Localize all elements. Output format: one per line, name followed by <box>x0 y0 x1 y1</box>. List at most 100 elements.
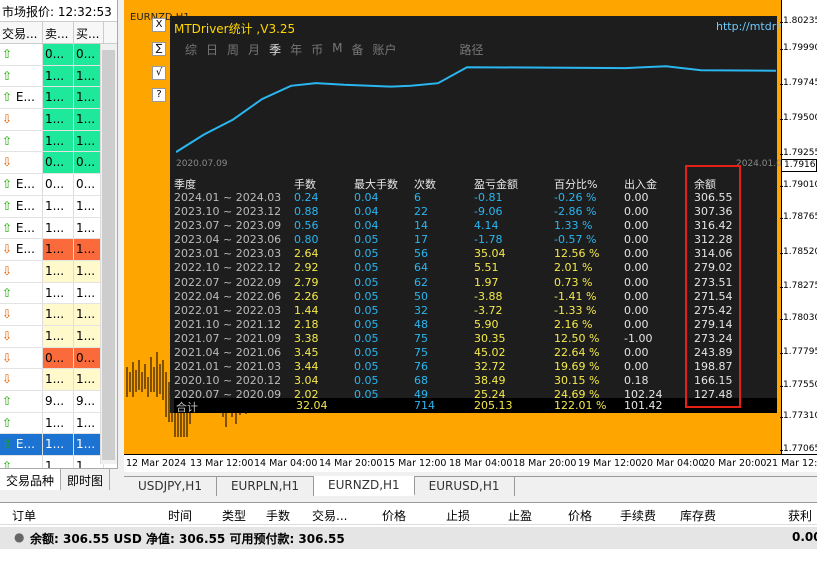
period-tab[interactable]: 月 <box>248 41 260 58</box>
arrow-up-icon: ⇧ <box>2 415 13 430</box>
table-cell: 2022.10 ~ 2022.12 <box>174 261 282 275</box>
balance-icon: ● <box>14 530 25 544</box>
table-cell: -9.06 <box>474 205 503 219</box>
col-ask-header[interactable]: 买... <box>74 22 104 43</box>
bid-cell: 1... <box>43 260 74 282</box>
symbol-cell: ⇩ <box>0 369 43 390</box>
table-cell: 4.14 <box>474 219 499 233</box>
close-button[interactable]: X <box>152 18 166 32</box>
table-cell: 45.02 <box>474 346 506 360</box>
period-tab[interactable]: 年 <box>290 41 302 58</box>
table-cell: 0.05 <box>354 374 379 388</box>
table-header-cell[interactable]: 出入金 <box>624 176 657 192</box>
col-symbol-header[interactable]: 交易... <box>0 22 43 43</box>
table-cell: 2021.07 ~ 2021.09 <box>174 331 282 345</box>
table-header-cell[interactable]: 盈亏金额 <box>474 176 518 192</box>
table-cell: 75 <box>414 331 428 345</box>
bid-cell: 1... <box>43 87 74 109</box>
balance-highlight-box <box>685 165 741 408</box>
table-header-cell[interactable]: 手数 <box>294 176 316 192</box>
period-tab[interactable]: 路径 <box>460 41 484 58</box>
terminal-column-header[interactable]: 价格 <box>568 507 592 524</box>
table-header-cell[interactable]: 百分比% <box>554 176 597 192</box>
table-cell: 0.00 <box>624 261 649 275</box>
market-watch-scroll-thumb[interactable] <box>102 50 115 460</box>
table-cell: 0.05 <box>354 233 379 247</box>
price-tick: 1.78765 <box>779 212 817 222</box>
panel-title: MTDriver统计 ,V3.25 <box>174 22 296 36</box>
terminal-column-header[interactable]: 库存费 <box>680 507 716 524</box>
table-cell: -1.78 <box>474 233 503 247</box>
table-cell: 0.00 <box>624 247 649 261</box>
table-cell: 0.05 <box>354 360 379 374</box>
table-cell: 32 <box>414 303 428 317</box>
period-tab[interactable]: 季 <box>269 41 281 58</box>
tab-ticks[interactable]: 即时图 <box>61 469 111 490</box>
table-cell: 0.00 <box>624 191 649 204</box>
period-tab[interactable]: 日 <box>206 41 218 58</box>
chart-tab[interactable]: EURUSD,H1 <box>415 477 515 496</box>
table-cell: 2.79 <box>294 275 319 289</box>
price-axis[interactable] <box>781 0 817 472</box>
table-cell: 76 <box>414 360 428 374</box>
table-cell: 2.64 <box>294 247 319 261</box>
terminal-column-header[interactable]: 交易... <box>312 507 347 524</box>
period-tab[interactable]: 币 <box>311 41 323 58</box>
balance-row: ● 余额: 306.55 USD 净值: 306.55 可用预付款: 306.5… <box>0 527 817 549</box>
terminal-header: 订单 时间 类型 手数 交易... 价格 止损 止盈 价格 手续费 库存费 获利 <box>0 503 817 525</box>
table-cell: 1.33 % <box>554 219 593 233</box>
terminal-column-header[interactable]: 时间 <box>168 507 192 524</box>
table-cell: 0.00 <box>624 275 649 289</box>
terminal-column-header[interactable]: 手数 <box>266 507 290 524</box>
terminal-column-header[interactable]: 订单 <box>12 507 36 524</box>
chart-tab[interactable]: EURNZD,H1 <box>314 476 415 496</box>
symbol-name: E... <box>15 90 35 105</box>
price-tick: 1.77550 <box>779 380 817 390</box>
table-header-cell[interactable]: 季度 <box>174 176 196 192</box>
table-cell: 0.73 % <box>554 275 593 289</box>
terminal-column-header[interactable]: 止损 <box>446 507 470 524</box>
arrow-up-icon: ⇧ <box>2 177 16 192</box>
table-cell: 2.16 % <box>554 317 593 331</box>
table-cell: 2.92 <box>294 261 319 275</box>
table-cell: -1.41 % <box>554 289 597 303</box>
table-cell: 22 <box>414 205 428 219</box>
table-cell: 2021.10 ~ 2021.12 <box>174 317 282 331</box>
time-tick: 20 Mar 20:00 <box>703 458 767 469</box>
bid-cell: 0... <box>43 152 74 174</box>
table-cell: 2022.04 ~ 2022.06 <box>174 289 282 303</box>
check-button[interactable]: √ <box>152 66 166 80</box>
table-cell: -3.88 <box>474 289 503 303</box>
period-tab[interactable]: 备 <box>351 41 363 58</box>
price-tick: 1.79010 <box>779 180 817 190</box>
terminal-column-header[interactable]: 止盈 <box>508 507 532 524</box>
terminal-column-header[interactable]: 类型 <box>222 507 246 524</box>
period-tab[interactable]: 综 <box>185 41 197 58</box>
terminal-column-header[interactable]: 手续费 <box>620 507 656 524</box>
period-tab[interactable]: 账户 <box>372 41 396 58</box>
symbol-cell: ⇧ E... <box>0 195 43 217</box>
table-cell: 2021.04 ~ 2021.06 <box>174 346 282 360</box>
period-tab[interactable]: M <box>332 41 342 58</box>
period-tab[interactable]: 周 <box>227 41 239 58</box>
col-bid-header[interactable]: 卖... <box>43 22 74 43</box>
chart-tab[interactable]: USDJPY,H1 <box>124 477 217 496</box>
symbol-name: E... <box>15 242 35 257</box>
table-header-cell[interactable]: 最大手数 <box>354 176 398 192</box>
market-watch-tabs: 交易品种 即时图 <box>0 468 118 490</box>
help-button[interactable]: ? <box>152 88 166 102</box>
sum-button[interactable]: ∑ <box>152 42 166 56</box>
terminal-column-header[interactable]: 获利 <box>788 507 812 524</box>
symbol-cell: ⇧ <box>0 412 43 434</box>
chart-tab[interactable]: EURPLN,H1 <box>217 477 315 496</box>
table-header-cell[interactable]: 次数 <box>414 176 436 192</box>
total-deposit: 101.42 <box>624 399 663 412</box>
tab-symbols[interactable]: 交易品种 <box>0 469 62 490</box>
terminal-column-header[interactable]: 价格 <box>382 507 406 524</box>
table-cell: 6 <box>414 191 421 204</box>
table-cell: -2.86 % <box>554 205 597 219</box>
symbol-cell: ⇧ E... <box>0 87 43 109</box>
table-cell: 0.00 <box>624 360 649 374</box>
table-cell: 5.51 <box>474 261 499 275</box>
time-tick: 20 Mar 04:00 <box>641 458 705 469</box>
